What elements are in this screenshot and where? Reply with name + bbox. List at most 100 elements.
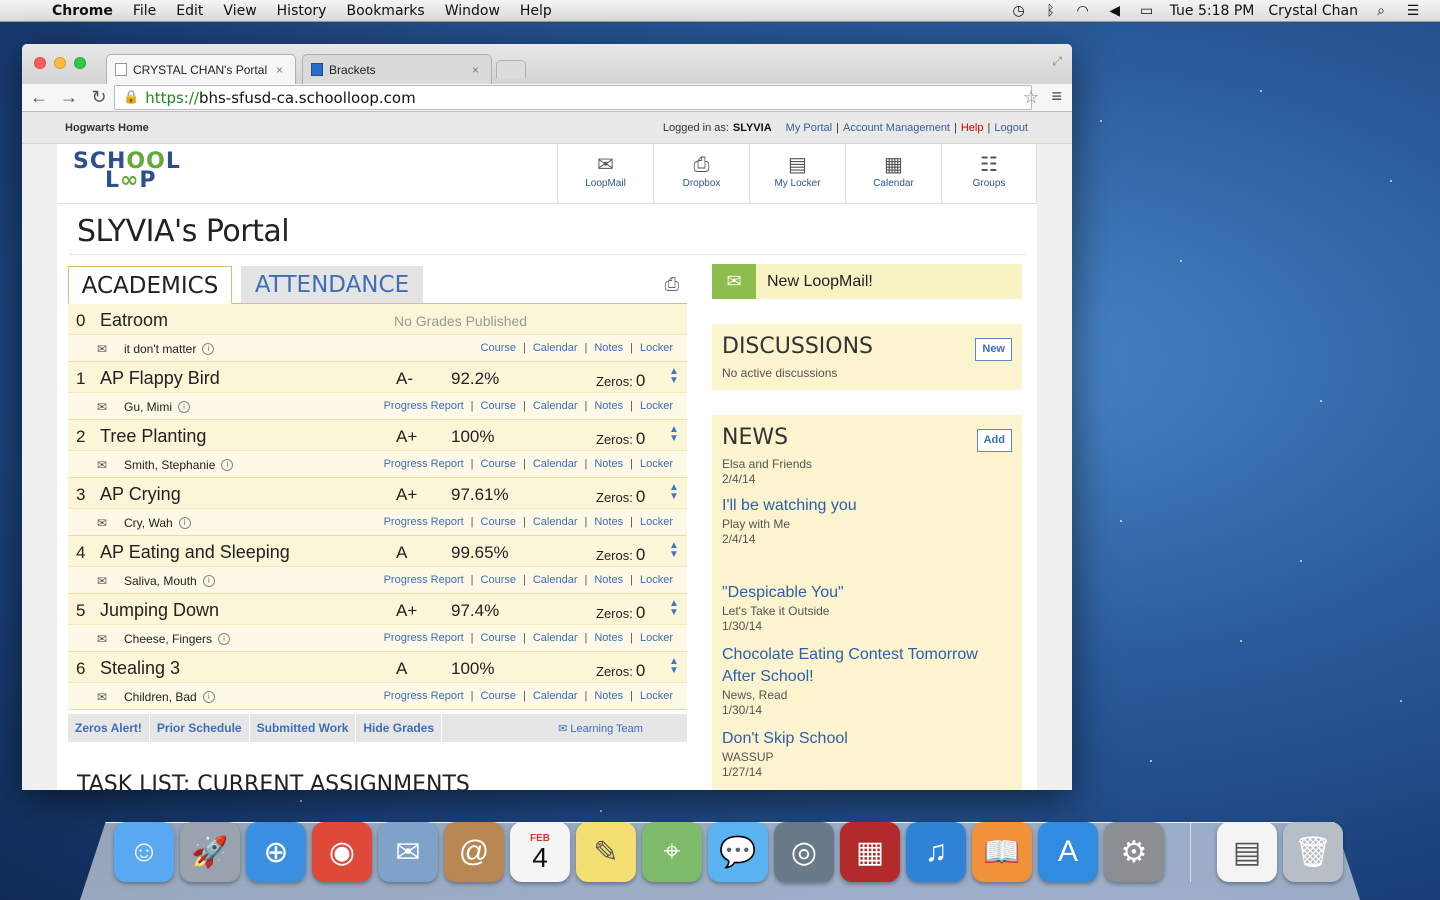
help-link[interactable]: Help — [961, 122, 984, 134]
messages-icon[interactable]: 💬 — [708, 822, 768, 882]
loopmail-icon[interactable]: ✉ — [97, 458, 107, 472]
wifi-icon[interactable]: ◠ — [1074, 4, 1092, 18]
forward-arrow-icon[interactable]: → — [56, 87, 82, 108]
course-link[interactable]: Course — [481, 574, 516, 586]
notification-center-icon[interactable]: ☰ — [1404, 4, 1422, 18]
progress-report-link[interactable]: Progress Report — [384, 574, 464, 586]
facetime-icon[interactable]: ◎ — [774, 822, 834, 882]
course-link[interactable]: Course — [481, 632, 516, 644]
reload-icon[interactable]: ↻ — [86, 87, 112, 108]
time-machine-icon[interactable]: ◷ — [1010, 4, 1028, 18]
chrome-menu-icon[interactable]: ≡ — [1051, 86, 1062, 107]
notes-link[interactable]: Notes — [594, 458, 623, 470]
notes-link[interactable]: Notes — [594, 574, 623, 586]
news-title-link[interactable]: I'll be watching you — [722, 495, 857, 517]
tab-brackets[interactable]: Brackets × — [302, 54, 492, 84]
news-title-link[interactable]: Don't Skip School — [722, 728, 848, 750]
menubar-user[interactable]: Crystal Chan — [1268, 3, 1358, 19]
locker-link[interactable]: Locker — [640, 574, 673, 586]
locker-link[interactable]: Locker — [640, 632, 673, 644]
home-link[interactable]: Hogwarts Home — [65, 122, 149, 134]
prior-schedule-link[interactable]: Prior Schedule — [150, 714, 250, 742]
course-name[interactable]: Jumping Down — [100, 600, 219, 621]
progress-report-link[interactable]: Progress Report — [384, 516, 464, 528]
menu-file[interactable]: File — [133, 3, 156, 19]
course-link[interactable]: Course — [481, 516, 516, 528]
account-management-link[interactable]: Account Management — [843, 122, 950, 134]
nav-my-locker[interactable]: ▤ My Locker — [749, 144, 845, 204]
expand-toggle-icon[interactable]: ▲ ▼ — [669, 483, 679, 502]
course-link[interactable]: Course — [481, 400, 516, 412]
calendar-link[interactable]: Calendar — [533, 342, 578, 354]
course-percent[interactable]: 99.65% — [451, 543, 509, 563]
bookmark-star-icon[interactable]: ☆ — [1023, 87, 1039, 108]
expand-toggle-icon[interactable]: ▲ ▼ — [669, 541, 679, 560]
course-percent[interactable]: 100% — [451, 659, 494, 679]
menu-app-name[interactable]: Chrome — [52, 3, 113, 19]
news-title-link[interactable]: "Despicable You" — [722, 582, 844, 604]
calendar-link[interactable]: Calendar — [533, 690, 578, 702]
tab-academics[interactable]: ACADEMICS — [68, 266, 232, 304]
close-tab-icon[interactable]: × — [276, 63, 283, 77]
notes-link[interactable]: Notes — [594, 632, 623, 644]
mail-icon[interactable]: ✉ — [378, 822, 438, 882]
volume-icon[interactable]: ◀ — [1106, 4, 1124, 18]
info-icon[interactable]: i — [202, 343, 215, 355]
nav-loopmail[interactable]: ✉ LoopMail — [557, 144, 653, 204]
course-percent[interactable]: 97.4% — [451, 601, 499, 621]
loopmail-icon[interactable]: ✉ — [97, 632, 107, 646]
progress-report-link[interactable]: Progress Report — [384, 632, 464, 644]
battery-icon[interactable]: ▭ — [1138, 4, 1156, 18]
new-discussion-button[interactable]: New — [975, 338, 1012, 361]
expand-toggle-icon[interactable]: ▲ ▼ — [669, 657, 679, 676]
safari-icon[interactable]: ⊕ — [246, 822, 306, 882]
locker-link[interactable]: Locker — [640, 458, 673, 470]
menu-help[interactable]: Help — [520, 3, 552, 19]
my-portal-link[interactable]: My Portal — [786, 122, 832, 134]
loopmail-icon[interactable]: ✉ — [97, 574, 107, 588]
expand-toggle-icon[interactable]: ▲ ▼ — [669, 599, 679, 618]
course-percent[interactable]: 97.61% — [451, 485, 509, 505]
address-bar[interactable]: 🔒 https:// bhs-sfusd-ca.schoolloop.com ☆ — [114, 85, 1039, 110]
appstore-icon[interactable]: A — [1038, 822, 1098, 882]
menu-history[interactable]: History — [277, 3, 327, 19]
add-news-button[interactable]: Add — [976, 429, 1012, 452]
calendar-link[interactable]: Calendar — [533, 632, 578, 644]
ibooks-icon[interactable]: 📖 — [972, 822, 1032, 882]
launchpad-icon[interactable]: 🚀 — [180, 822, 240, 882]
info-icon[interactable]: i — [178, 517, 191, 529]
loopmail-icon[interactable]: ✉ — [97, 690, 107, 704]
course-link[interactable]: Course — [481, 342, 516, 354]
new-loopmail-banner[interactable]: ✉ New LoopMail! — [712, 264, 1022, 299]
loopmail-icon[interactable]: ✉ — [97, 400, 107, 414]
tab-attendance[interactable]: ATTENDANCE — [241, 266, 423, 303]
itunes-icon[interactable]: ♫ — [906, 822, 966, 882]
spotlight-search-icon[interactable]: ⌕ — [1372, 4, 1390, 18]
contacts-icon[interactable]: @ — [444, 822, 504, 882]
close-window-button[interactable] — [34, 57, 46, 69]
tab-portal[interactable]: CRYSTAL CHAN's Portal × — [106, 54, 296, 84]
course-percent[interactable]: 100% — [451, 427, 494, 447]
notes-icon[interactable]: ✎ — [576, 822, 636, 882]
preferences-icon[interactable]: ⚙ — [1104, 822, 1164, 882]
info-icon[interactable]: i — [202, 691, 215, 703]
locker-link[interactable]: Locker — [640, 690, 673, 702]
course-name[interactable]: Eatroom — [100, 310, 168, 331]
expand-toggle-icon[interactable]: ▲ ▼ — [669, 367, 679, 386]
notes-link[interactable]: Notes — [594, 400, 623, 412]
zeros-alert-link[interactable]: Zeros Alert! — [68, 714, 150, 742]
course-name[interactable]: AP Eating and Sleeping — [100, 542, 290, 563]
calendar-link[interactable]: Calendar — [533, 574, 578, 586]
photobooth-icon[interactable]: ▦ — [840, 822, 900, 882]
print-icon[interactable]: ⎙ — [665, 274, 679, 295]
fullscreen-icon[interactable]: ⤢ — [1052, 54, 1062, 69]
maps-icon[interactable]: ⌖ — [642, 822, 702, 882]
nav-groups[interactable]: ☷ Groups — [941, 144, 1037, 204]
locker-link[interactable]: Locker — [640, 400, 673, 412]
calendar-link[interactable]: Calendar — [533, 458, 578, 470]
finder-icon[interactable]: ☺ — [114, 822, 174, 882]
calendar-icon[interactable]: FEB 4 — [510, 822, 570, 882]
menu-bookmarks[interactable]: Bookmarks — [346, 3, 424, 19]
info-icon[interactable]: i — [178, 401, 190, 413]
back-arrow-icon[interactable]: ← — [26, 87, 52, 108]
